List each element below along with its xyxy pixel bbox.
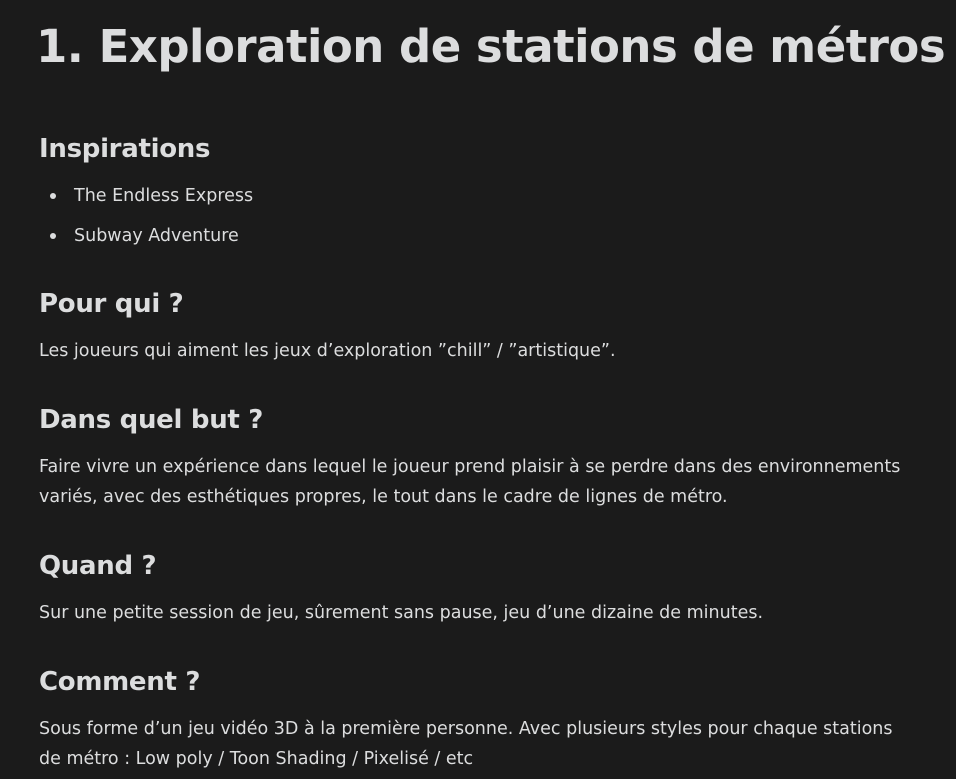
bullet-icon [50,233,56,239]
heading-quand: Quand ? [39,551,157,581]
list-item-label: Subway Adventure [74,226,239,246]
page-title: 1. Exploration de stations de métros [36,20,946,73]
heading-inspirations: Inspirations [39,134,211,164]
paragraph-quand: Sur une petite session de jeu, sûrement … [39,603,764,623]
inspirations-list: The Endless Express Subway Adventure [40,181,253,261]
document-page: 1. Exploration de stations de métros Ins… [0,0,956,779]
paragraph-pour-qui: Les joueurs qui aiment les jeux d’explor… [39,341,616,361]
paragraph-comment: Sous forme d’un jeu vidéo 3D à la premiè… [39,719,893,769]
heading-pour-qui: Pour qui ? [39,289,184,319]
heading-comment: Comment ? [39,667,201,697]
list-item: Subway Adventure [40,221,253,261]
list-item-label: The Endless Express [74,186,254,206]
paragraph-dans-quel-but: Faire vivre un expérience dans lequel le… [39,457,901,507]
bullet-icon [50,193,56,199]
heading-dans-quel-but: Dans quel but ? [39,405,264,435]
list-item: The Endless Express [40,181,253,221]
